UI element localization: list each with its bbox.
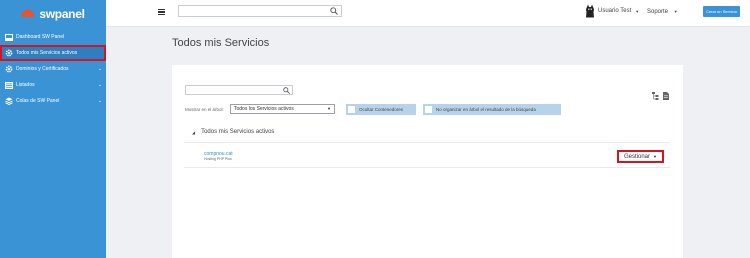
brand-name: swpanel (39, 6, 85, 21)
logo[interactable]: swpanel (0, 0, 106, 27)
tree-structure-icon[interactable] (652, 87, 659, 100)
sidebar-item-dashboard[interactable]: Dashboard SW Panel (0, 29, 106, 45)
document-icon[interactable] (663, 87, 670, 100)
page-title: Todos mis Servicios (172, 37, 270, 49)
checkbox[interactable] (348, 106, 355, 113)
search-icon[interactable] (283, 87, 290, 94)
tree-tools (652, 87, 670, 100)
sidebar-item-all-services[interactable]: Todos mis Servicios activos (0, 45, 106, 61)
collapse-triangle-icon[interactable]: ◢ (192, 130, 195, 135)
search-icon[interactable] (330, 7, 338, 15)
avatar (586, 4, 594, 18)
sidebar-item-label: Listados (16, 82, 35, 88)
user-name[interactable]: Usuario Test (598, 8, 631, 14)
list-icon (4, 81, 13, 90)
user-menu[interactable]: Usuario Test ▼ (585, 4, 639, 18)
show-in-tree-select[interactable]: Todos los Servicios activos ▼ (230, 104, 335, 114)
manage-button[interactable]: Gestionar ▼ (617, 150, 664, 163)
support-menu[interactable]: Soporte ▼ (647, 9, 678, 15)
hamburger-menu-icon[interactable] (158, 9, 165, 15)
support-label[interactable]: Soporte (647, 9, 668, 15)
services-panel: Mostrar en el árbol: Todos los Servicios… (172, 65, 683, 258)
sidebar: swpanel Dashboard SW Panel Todos mis Ser… (0, 0, 106, 258)
select-arrow-icon: ▼ (327, 106, 331, 111)
cloud-logo-icon (21, 9, 35, 17)
sidebar-item-queues[interactable]: Colas de SW Panel ⌄ (0, 93, 106, 109)
sidebar-item-label: Dashboard SW Panel (16, 34, 65, 40)
tree-root-label: Todos mis Servicios activos (201, 129, 275, 135)
global-search-input[interactable] (178, 5, 342, 17)
topbar: Usuario Test ▼ Soporte ▼ Crear un Servic… (106, 0, 750, 27)
divider (184, 167, 670, 168)
dashboard-icon (4, 33, 13, 42)
hide-containers-label: Ocultar Contenedores (359, 107, 404, 112)
manage-label: Gestionar (624, 153, 651, 160)
stack-icon (4, 97, 13, 106)
divider (184, 142, 670, 143)
create-service-button[interactable]: Crear un Servicio (703, 6, 740, 17)
service-type: Hosting PHP Plus (204, 157, 232, 161)
show-in-tree-value: Todos los Servicios activos (234, 106, 294, 112)
gear-icon (4, 65, 13, 74)
gear-icon (4, 49, 13, 58)
sidebar-item-label: Todos mis Servicios activos (16, 50, 78, 56)
sidebar-item-domains[interactable]: Dominios y Certificados ⌄ (0, 61, 106, 77)
chevron-down-icon: ⌄ (97, 66, 102, 72)
tree-root-node[interactable]: ◢ Todos mis Servicios activos (192, 129, 274, 135)
chevron-down-icon: ⌄ (97, 98, 102, 104)
no-tree-search-label: No organizar en árbol el resultado de la… (436, 107, 536, 112)
caret-down-icon[interactable]: ▼ (635, 9, 639, 14)
sidebar-item-label: Dominios y Certificados (16, 66, 69, 72)
no-tree-search-toggle[interactable]: No organizar en árbol el resultado de la… (423, 104, 561, 115)
caret-down-icon[interactable]: ▼ (674, 9, 678, 14)
tree-search-input[interactable] (185, 85, 293, 95)
sidebar-item-label: Colas de SW Panel (16, 98, 60, 104)
sidebar-item-lists[interactable]: Listados ⌄ (0, 77, 106, 93)
chevron-down-icon: ⌄ (97, 82, 102, 88)
checkbox[interactable] (425, 106, 432, 113)
caret-down-icon: ▼ (653, 154, 657, 159)
hide-containers-toggle[interactable]: Ocultar Contenedores (346, 104, 416, 115)
show-in-tree-label: Mostrar en el árbol: (185, 107, 224, 112)
